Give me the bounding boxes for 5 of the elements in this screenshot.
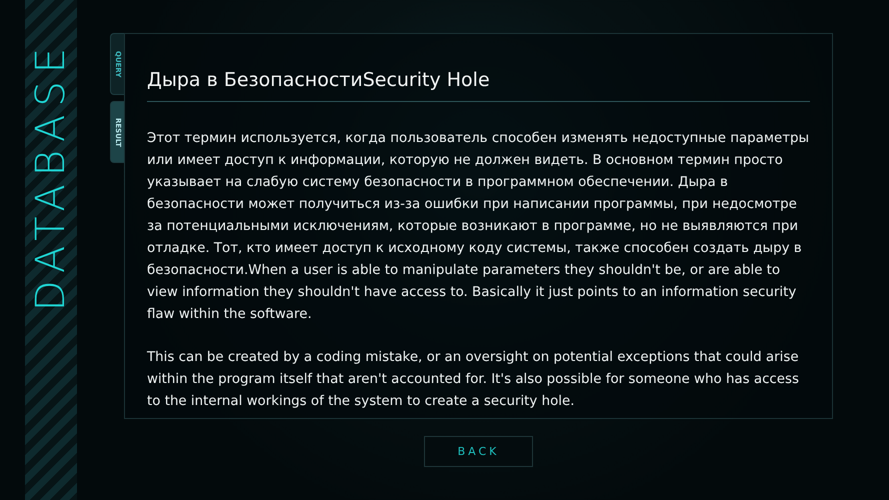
back-button[interactable]: BACK xyxy=(424,436,533,467)
entry-paragraph: Этот термин используется, когда пользователь способен изменять недоступные параметры или имеет доступ к информации, которую не должен видеть. В основном термин просто указывает на слабую систему безопасности в программном обеспечении. Дыра в безопасности может получиться из-за ошибки при написании программы, при недосмотре за потенциальными исключениям, которые возникают в программе, но не выявляются при отладке. Тот, кто имеет доступ к исходному коду системы, также способен создать дыру в безопасности.When a user is able to manipulate parameters they shouldn't be, or are able to view information they shouldn't have access to. Basically it just points to an information security flaw within the software. xyxy=(147,130,810,324)
sidebar-title: DATABASE xyxy=(31,40,71,312)
entry-title: Дыра в БезопасностиSecurity Hole xyxy=(147,69,810,102)
entry-paragraph: This can be created by a coding mistake, or an oversight on potential exceptions that could arise within the program itself that aren't accounted for. It's also possible for someone who has access to the internal workings of the system to create a security hole. xyxy=(147,349,800,411)
